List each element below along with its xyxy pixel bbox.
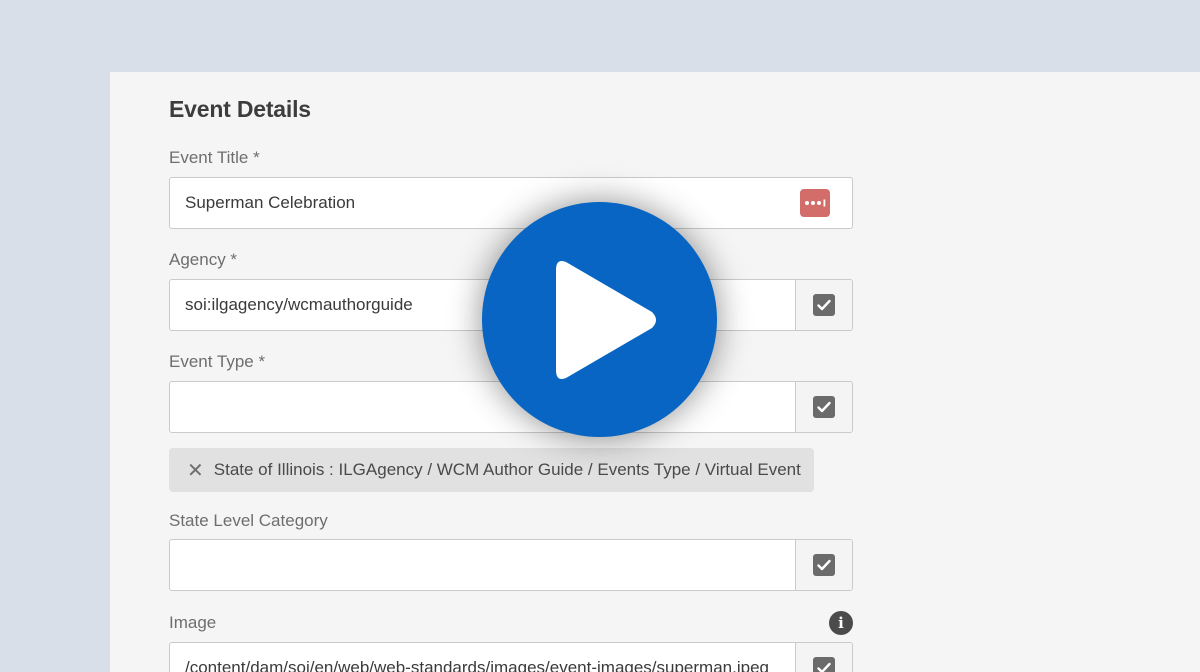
info-icon[interactable]: i bbox=[829, 611, 853, 635]
event-type-checkbox-button[interactable] bbox=[795, 382, 852, 432]
event-type-tag-label: State of Illinois : ILGAgency / WCM Auth… bbox=[213, 460, 801, 479]
agency-label: Agency * bbox=[169, 250, 238, 269]
checkbox-checked-icon bbox=[813, 294, 835, 316]
close-icon[interactable]: ✕ bbox=[187, 458, 204, 483]
image-label: Image bbox=[169, 613, 217, 632]
state-level-category-field[interactable] bbox=[169, 539, 853, 591]
event-title-value: Superman Celebration bbox=[185, 193, 356, 212]
event-title-field[interactable]: Superman Celebration bbox=[169, 177, 853, 229]
play-icon bbox=[555, 260, 656, 379]
checkbox-checked-icon bbox=[813, 396, 835, 418]
image-path-field[interactable]: /content/dam/soi/en/web/web-standards/im… bbox=[169, 642, 853, 672]
more-dots-icon[interactable] bbox=[800, 189, 830, 217]
event-type-tag: ✕ State of Illinois : ILGAgency / WCM Au… bbox=[169, 448, 814, 492]
state-level-category-label: State Level Category bbox=[169, 511, 328, 530]
state-level-category-checkbox-button[interactable] bbox=[795, 540, 852, 590]
section-title: Event Details bbox=[169, 96, 311, 122]
checkbox-checked-icon bbox=[813, 554, 835, 576]
event-title-label: Event Title * bbox=[169, 148, 260, 167]
video-play-button[interactable] bbox=[482, 202, 717, 437]
checkbox-checked-icon bbox=[813, 657, 835, 672]
image-checkbox-button[interactable] bbox=[795, 643, 852, 672]
image-path-value: /content/dam/soi/en/web/web-standards/im… bbox=[185, 658, 769, 672]
event-type-label: Event Type * bbox=[169, 352, 266, 371]
agency-checkbox-button[interactable] bbox=[795, 280, 852, 330]
